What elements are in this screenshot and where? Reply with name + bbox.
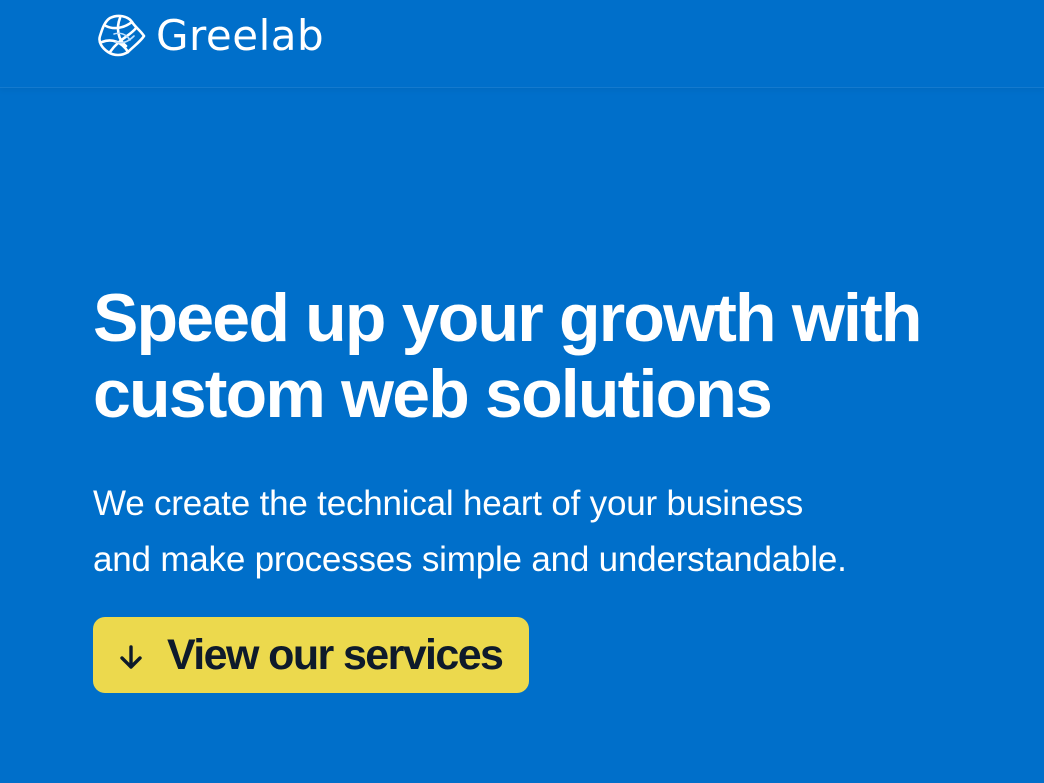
hero-section: Speed up your growth with custom web sol… <box>93 280 993 588</box>
page: Greelab Speed up your growth with custom… <box>0 0 1044 783</box>
hero-subtitle: We create the technical heart of your bu… <box>93 476 973 588</box>
site-header: Greelab <box>0 0 1044 88</box>
hero-subtitle-line-1: We create the technical heart of your bu… <box>93 484 803 523</box>
hero-title: Speed up your growth with custom web sol… <box>93 280 993 432</box>
arrow-down-icon <box>120 645 142 669</box>
view-services-button[interactable]: View our services <box>93 617 529 693</box>
greelab-logo-icon <box>98 14 146 57</box>
brand-name: Greelab <box>156 11 325 60</box>
hero-subtitle-line-2: and make processes simple and understand… <box>93 540 847 579</box>
hero-title-line-1: Speed up your growth with <box>93 280 922 356</box>
logo-link[interactable]: Greelab <box>96 12 324 60</box>
view-services-label: View our services <box>167 630 504 679</box>
hero-title-line-2: custom web solutions <box>93 356 773 432</box>
